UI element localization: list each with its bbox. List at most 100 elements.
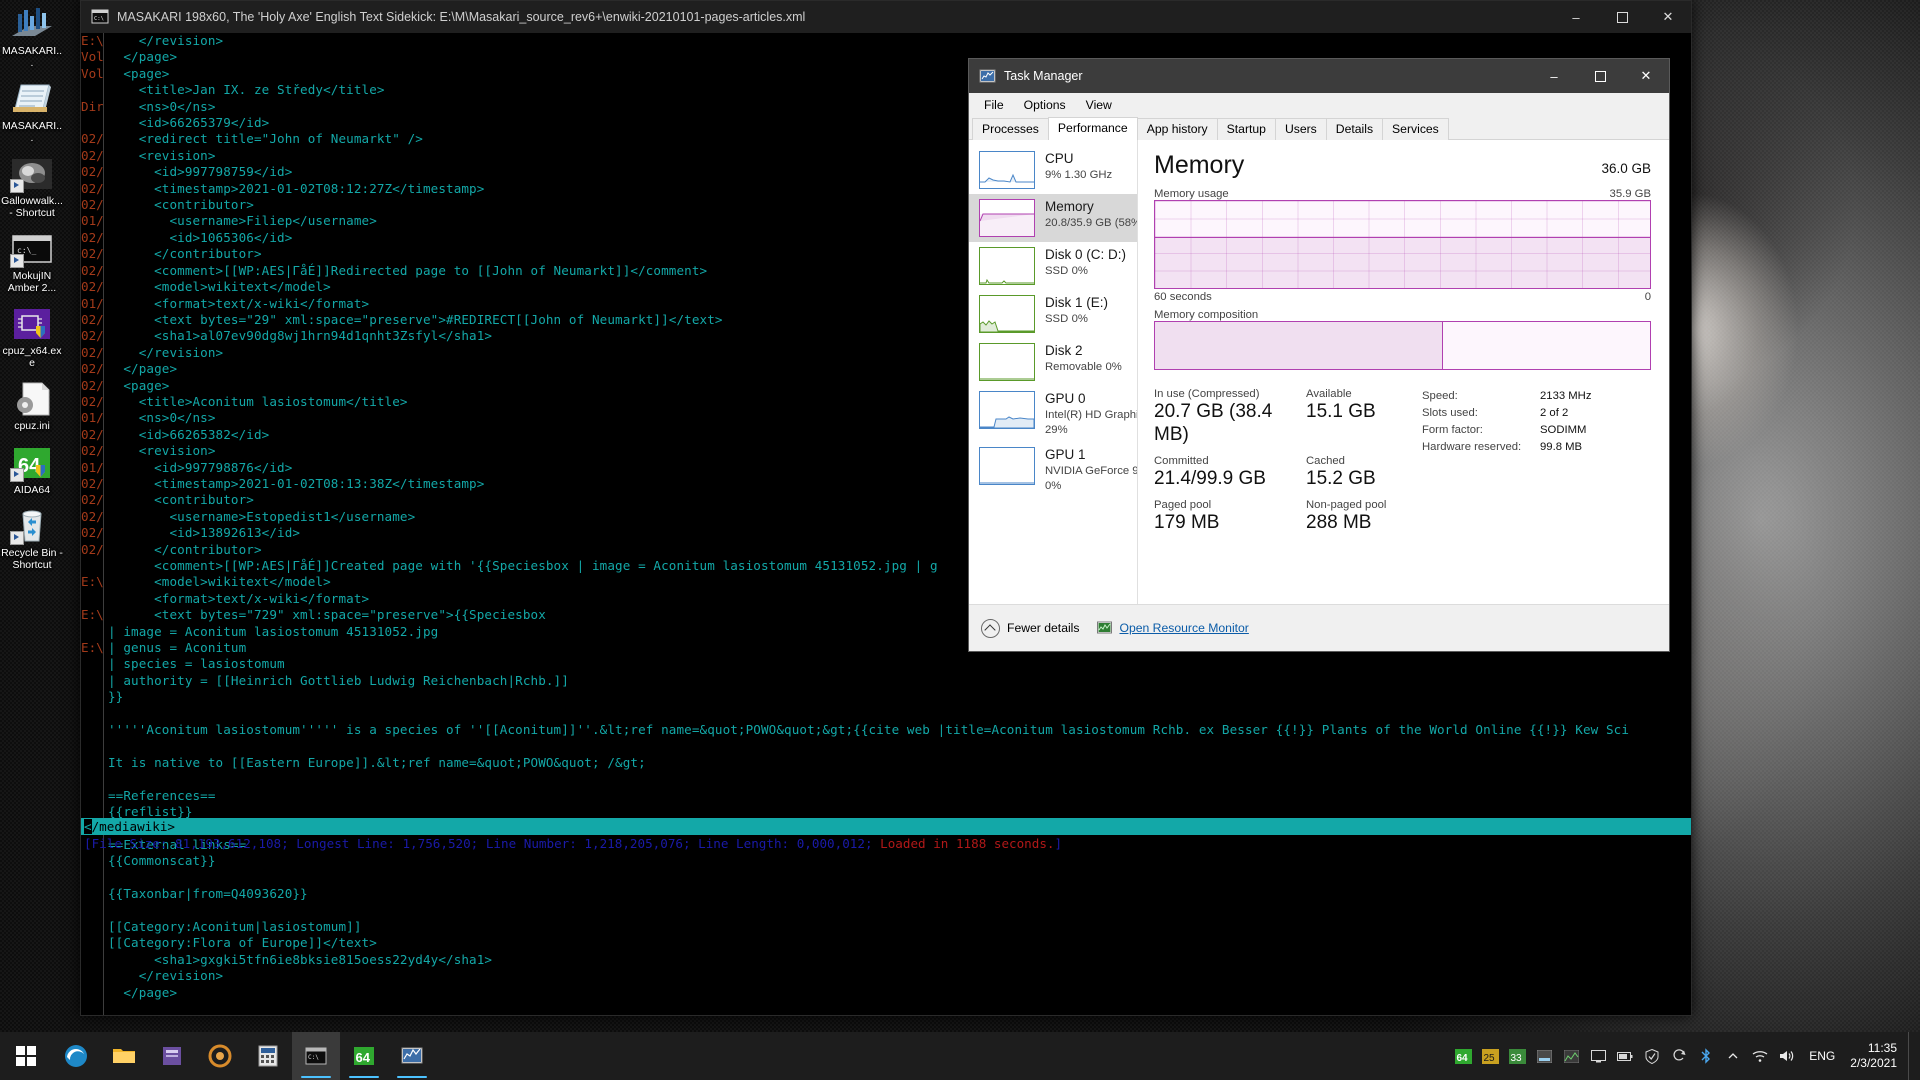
taskbar-clock[interactable]: 11:35 2/3/2021 [1844,1041,1907,1071]
memory-statistics: In use (Compressed) Available 20.7 GB (3… [1154,388,1651,543]
desktop-icon-mokujin[interactable]: c:\_ MokujIN Amber 2... [0,229,64,294]
taskbar-file-explorer-icon[interactable] [100,1032,148,1080]
taskbar-photos-app-icon[interactable] [196,1032,244,1080]
svg-text:C:\: C:\ [94,16,104,22]
network-tray-icon[interactable] [1747,1032,1773,1080]
show-desktop-button[interactable] [1908,1032,1916,1080]
taskbar-sticky-notes-icon[interactable] [148,1032,196,1080]
resource-list[interactable]: CPU 9% 1.30 GHz Memory 20.8/35.9 GB (58%… [969,140,1138,605]
desktop-icon-aida64[interactable]: 64 AIDA64 [0,443,64,497]
resource-meta: GPU 1 NVIDIA GeForce 9... 0% [1045,447,1131,493]
spec-key: Form factor: [1422,422,1540,439]
task-manager-maximize-button[interactable] [1577,59,1623,93]
taskbar-calculator-icon[interactable] [244,1032,292,1080]
task-manager-titlebar[interactable]: Task Manager – ✕ [969,59,1669,93]
system-tray[interactable]: 64 25 33 [1450,1032,1920,1080]
tab-users[interactable]: Users [1275,118,1327,140]
desktop-icon-recycle-bin[interactable]: Recycle Bin - Shortcut [0,506,64,571]
resource-name: Disk 0 (C: D:) [1045,247,1126,262]
open-resource-monitor-link[interactable]: Open Resource Monitor [1097,621,1248,636]
resource-sub1: SSD [1045,313,1068,325]
fewer-details-button[interactable]: Fewer details [981,619,1079,638]
taskbar-console-masakari-icon[interactable]: C:\ [292,1032,340,1080]
console-window-icon: C:\ [91,8,109,26]
tab-app-history[interactable]: App history [1137,118,1218,140]
spec-slots-used: Slots used: 2 of 2 [1422,405,1592,422]
console-file-info-line: [File Size: 81,193,612,108; Longest Line… [81,835,1691,852]
taskbar-task-manager-icon[interactable] [388,1032,436,1080]
cpuz-shield-icon [9,304,55,344]
desktop-icon-masakari-notepad[interactable]: MASAKARI... [0,79,64,144]
console-close-button[interactable]: ✕ [1645,1,1691,33]
gpu1-sparkline [979,447,1035,485]
bluetooth-tray-icon[interactable] [1693,1032,1719,1080]
monitor-tray-icon[interactable] [1585,1032,1611,1080]
windows-taskbar[interactable]: C:\ 64 64 25 33 [0,1032,1920,1080]
battery-meter-tray-icon[interactable] [1612,1032,1638,1080]
desktop-icon-masakari-chart[interactable]: MASAKARI... [0,4,64,69]
tab-details[interactable]: Details [1326,118,1383,140]
page-title: Memory [1154,150,1244,180]
menu-item-file[interactable]: File [975,95,1013,115]
taskbar-edge-browser-icon[interactable] [52,1032,100,1080]
tab-services[interactable]: Services [1382,118,1449,140]
desktop-icon-label: cpuz_x64.exe [0,346,64,369]
language-indicator[interactable]: ENG [1801,1049,1843,1063]
resource-item-disk0[interactable]: Disk 0 (C: D:) SSD 0% [969,242,1137,290]
resource-item-memory[interactable]: Memory 20.8/35.9 GB (58%) [969,194,1137,242]
start-square [27,1046,36,1055]
resource-meta: Disk 0 (C: D:) SSD 0% [1045,247,1131,278]
stat-label-non-paged-pool: Non-paged pool [1306,499,1416,511]
composition-available-segment [1443,322,1650,369]
console-minimize-button[interactable]: – [1553,1,1599,33]
resource-item-gpu1[interactable]: GPU 1 NVIDIA GeForce 9... 0% [969,442,1137,498]
resource-item-cpu[interactable]: CPU 9% 1.30 GHz [969,146,1137,194]
cpu-meter-tray-icon[interactable]: 25 [1477,1032,1503,1080]
console-titlebar[interactable]: C:\ MASAKARI 198x60, The 'Holy Axe' Engl… [81,1,1691,33]
tab-performance[interactable]: Performance [1048,117,1138,140]
console-maximize-button[interactable] [1599,1,1645,33]
console-title-text: MASAKARI 198x60, The 'Holy Axe' English … [117,10,1553,24]
resource-item-disk2[interactable]: Disk 2 Removable 0% [969,338,1137,386]
disk2-sparkline [979,343,1035,381]
aida64-tray-icon[interactable]: 64 [1450,1032,1476,1080]
resource-item-disk1[interactable]: Disk 1 (E:) SSD 0% [969,290,1137,338]
tab-startup[interactable]: Startup [1217,118,1276,140]
menu-item-view[interactable]: View [1077,95,1121,115]
stat-labels: Paged pool Non-paged pool [1154,499,1422,511]
task-manager-icon [979,68,996,85]
menu-item-options[interactable]: Options [1015,95,1075,115]
task-manager-minimize-button[interactable]: – [1531,59,1577,93]
stat-value-available: 15.1 GB [1306,400,1416,446]
desktop-icon-cpuz-exe[interactable]: cpuz_x64.exe [0,304,64,369]
windows-start-icon[interactable] [0,1032,52,1080]
task-manager-tabstrip[interactable]: Processes Performance App history Startu… [969,117,1669,140]
memory-composition-label: Memory composition [1154,309,1651,321]
desktop-icon-gallowwalker[interactable]: Gallowwalk... - Shortcut [0,154,64,219]
console-status-line: </mediawiki> [81,818,1691,835]
resource-item-gpu0[interactable]: GPU 0 Intel(R) HD Graphi... 29% [969,386,1137,442]
console-status-rest: /mediawiki> [92,819,175,834]
spec-value: 2133 MHz [1540,388,1592,405]
ram-meter-tray-icon[interactable]: 33 [1504,1032,1530,1080]
task-manager-menubar[interactable]: File Options View [969,93,1669,117]
desktop-icon-cpuz-ini[interactable]: cpuz.ini [0,379,64,433]
taskbar-aida64-icon[interactable]: 64 [340,1032,388,1080]
console-left-gutter: E:\M Vol Vol Dir 02/0 02/0 02/0 02/0 02/… [81,33,103,1015]
net-meter-tray-icon[interactable] [1558,1032,1584,1080]
tab-processes[interactable]: Processes [972,118,1049,140]
shield-tray-icon[interactable] [1639,1032,1665,1080]
desktop-icon-column: MASAKARI... MASAKARI... [0,4,64,581]
resource-meta: Memory 20.8/35.9 GB (58%) [1045,199,1131,230]
composition-inuse-segment [1155,322,1443,369]
volume-tray-icon[interactable] [1774,1032,1800,1080]
task-manager-window[interactable]: Task Manager – ✕ File Options View Proce… [968,58,1670,652]
disk-meter-tray-icon[interactable] [1531,1032,1557,1080]
memory-composition-bar[interactable] [1154,321,1651,370]
console-file-info-loaded: Loaded in 1188 seconds. [880,836,1054,851]
axis-right-label: 0 [1645,291,1651,303]
sync-tray-icon[interactable] [1666,1032,1692,1080]
show-hidden-icons-icon[interactable] [1720,1032,1746,1080]
task-manager-close-button[interactable]: ✕ [1623,59,1669,93]
spec-hardware-reserved: Hardware reserved: 99.8 MB [1422,439,1592,456]
